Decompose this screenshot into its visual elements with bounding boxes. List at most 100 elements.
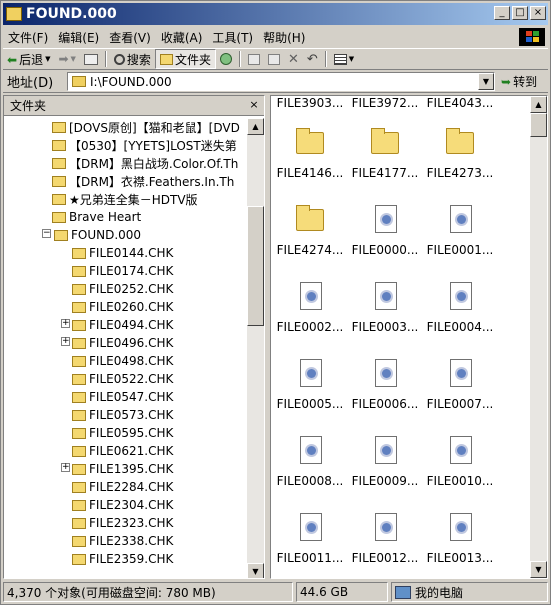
file-item[interactable]: FILE0008...	[273, 434, 347, 494]
scroll-up-button[interactable]: ▲	[247, 118, 264, 135]
tree-item[interactable]: FILE0260.CHK	[72, 298, 173, 316]
go-button[interactable]: ➥ 转到	[501, 73, 537, 90]
file-item[interactable]: FILE0010...	[423, 434, 497, 494]
move-to-button[interactable]	[244, 49, 264, 69]
tree-item[interactable]: FILE0573.CHK	[72, 406, 173, 424]
delete-button[interactable]: ✕	[284, 49, 303, 69]
expand-toggle[interactable]: +	[61, 319, 70, 328]
folders-button[interactable]: 文件夹	[154, 49, 216, 69]
file-item[interactable]: FILE0006...	[348, 357, 422, 417]
title-bar[interactable]: FOUND.000 _ □ ×	[3, 3, 548, 25]
maximize-button[interactable]: □	[512, 6, 528, 20]
expand-toggle[interactable]: +	[61, 337, 70, 346]
tree-item[interactable]: FILE0496.CHK	[72, 334, 173, 352]
tree-item[interactable]: FILE0144.CHK	[72, 244, 173, 262]
back-button[interactable]: ⬅ 后退 ▼	[3, 49, 54, 69]
file-item[interactable]: FILE0001...	[423, 203, 497, 263]
file-icon	[375, 513, 397, 541]
folders-pane: 文件夹 × [DOVS原创]【猫和老鼠】[DVD 【0530】[YYETS]LO…	[3, 95, 265, 579]
scroll-up-button[interactable]: ▲	[530, 96, 547, 113]
minimize-button[interactable]: _	[494, 6, 510, 20]
folder-item[interactable]: FILE4177...	[348, 126, 422, 186]
menu-tools[interactable]: 工具(T)	[207, 29, 258, 46]
tree-item[interactable]: [DOVS原创]【猫和老鼠】[DVD	[52, 118, 240, 136]
tree-item[interactable]: FILE2359.CHK	[72, 550, 173, 568]
tree-item[interactable]: FILE2304.CHK	[72, 496, 173, 514]
tree-item-found-000[interactable]: FOUND.000	[54, 226, 141, 244]
tree-item[interactable]: FILE1395.CHK	[72, 460, 173, 478]
copy-to-button[interactable]	[264, 49, 284, 69]
file-item[interactable]: FILE0013...	[423, 511, 497, 571]
folder-icon	[72, 265, 86, 277]
expand-toggle[interactable]: +	[61, 463, 70, 472]
folder-icon	[52, 193, 66, 205]
toolbar-separator	[238, 51, 241, 67]
tree-item[interactable]: FILE0621.CHK	[72, 442, 173, 460]
folder-item[interactable]: FILE4274...	[273, 203, 347, 263]
folder-icon	[52, 157, 66, 169]
menu-help[interactable]: 帮助(H)	[258, 29, 310, 46]
address-input[interactable]: I:\FOUND.000 ▼	[67, 72, 495, 91]
tree-item[interactable]: ★兄弟连全集－HDTV版	[52, 190, 198, 208]
tree-item[interactable]: 【DRM】黑白战场.Color.Of.Th	[52, 154, 238, 172]
folder-item[interactable]: FILE4146...	[273, 126, 347, 186]
scroll-thumb[interactable]	[530, 113, 547, 137]
tree-item[interactable]: 【0530】[YYETS]LOST迷失第	[52, 136, 237, 154]
history-button[interactable]	[216, 49, 236, 69]
menu-favorites[interactable]: 收藏(A)	[156, 29, 208, 46]
address-dropdown-button[interactable]: ▼	[478, 73, 494, 90]
tree-item[interactable]: FILE0174.CHK	[72, 262, 173, 280]
scroll-down-button[interactable]: ▼	[247, 563, 264, 578]
tree-item[interactable]: 【DRM】衣襟.Feathers.In.Th	[52, 172, 234, 190]
menu-view[interactable]: 查看(V)	[104, 29, 156, 46]
menu-edit[interactable]: 编辑(E)	[53, 29, 104, 46]
scroll-down-button[interactable]: ▼	[530, 561, 547, 578]
file-item[interactable]: FILE0007...	[423, 357, 497, 417]
close-button[interactable]: ×	[530, 6, 546, 20]
views-button[interactable]: ▼	[330, 49, 358, 69]
file-item[interactable]: FILE0000...	[348, 203, 422, 263]
file-item[interactable]: FILE4043...	[423, 96, 497, 116]
file-list-scrollbar[interactable]: ▲ ▼	[530, 96, 547, 578]
file-item[interactable]: FILE0002...	[273, 280, 347, 340]
folder-icon	[72, 499, 86, 511]
file-list-pane: FILE3903... FILE3972... FILE4043... FILE…	[270, 95, 548, 579]
tree-item[interactable]: FILE0547.CHK	[72, 388, 173, 406]
tree-item[interactable]: FILE2284.CHK	[72, 478, 173, 496]
file-item[interactable]: FILE3903...	[273, 96, 347, 116]
file-item[interactable]: FILE0003...	[348, 280, 422, 340]
file-icon	[375, 282, 397, 310]
scroll-thumb[interactable]	[247, 206, 264, 326]
tree-item[interactable]: FILE0595.CHK	[72, 424, 173, 442]
tree-item[interactable]: FILE2338.CHK	[72, 532, 173, 550]
history-icon	[219, 53, 232, 65]
file-item[interactable]: FILE0009...	[348, 434, 422, 494]
file-item[interactable]: FILE3972...	[348, 96, 422, 116]
folder-icon	[72, 247, 86, 259]
tree-item[interactable]: Brave Heart	[52, 208, 141, 226]
copy-to-icon	[267, 53, 280, 65]
tree-item[interactable]: FILE0494.CHK	[72, 316, 173, 334]
menu-bar: 文件(F) 编辑(E) 查看(V) 收藏(A) 工具(T) 帮助(H)	[3, 27, 548, 47]
toolbar-separator	[324, 51, 327, 67]
tree-item[interactable]: FILE0252.CHK	[72, 280, 173, 298]
chevron-down-icon: ▼	[348, 55, 355, 63]
tree-item[interactable]: FILE2323.CHK	[72, 514, 173, 532]
search-button[interactable]: 搜索	[110, 49, 155, 69]
file-item[interactable]: FILE0005...	[273, 357, 347, 417]
forward-button[interactable]: ➡ ▼	[54, 49, 79, 69]
folder-tree-scrollbar[interactable]: ▲ ▼	[247, 118, 264, 578]
tree-item[interactable]: FILE0522.CHK	[72, 370, 173, 388]
toolbar-separator	[104, 51, 107, 67]
up-folder-button[interactable]	[80, 49, 102, 69]
collapse-toggle[interactable]: −	[42, 229, 51, 238]
menu-file[interactable]: 文件(F)	[3, 29, 53, 46]
folder-icon	[72, 337, 86, 349]
tree-item[interactable]: FILE0498.CHK	[72, 352, 173, 370]
file-item[interactable]: FILE0012...	[348, 511, 422, 571]
file-item[interactable]: FILE0004...	[423, 280, 497, 340]
folder-item[interactable]: FILE4273...	[423, 126, 497, 186]
file-item[interactable]: FILE0011...	[273, 511, 347, 571]
undo-button[interactable]: ↶	[303, 49, 322, 69]
close-icon[interactable]: ×	[247, 99, 261, 112]
